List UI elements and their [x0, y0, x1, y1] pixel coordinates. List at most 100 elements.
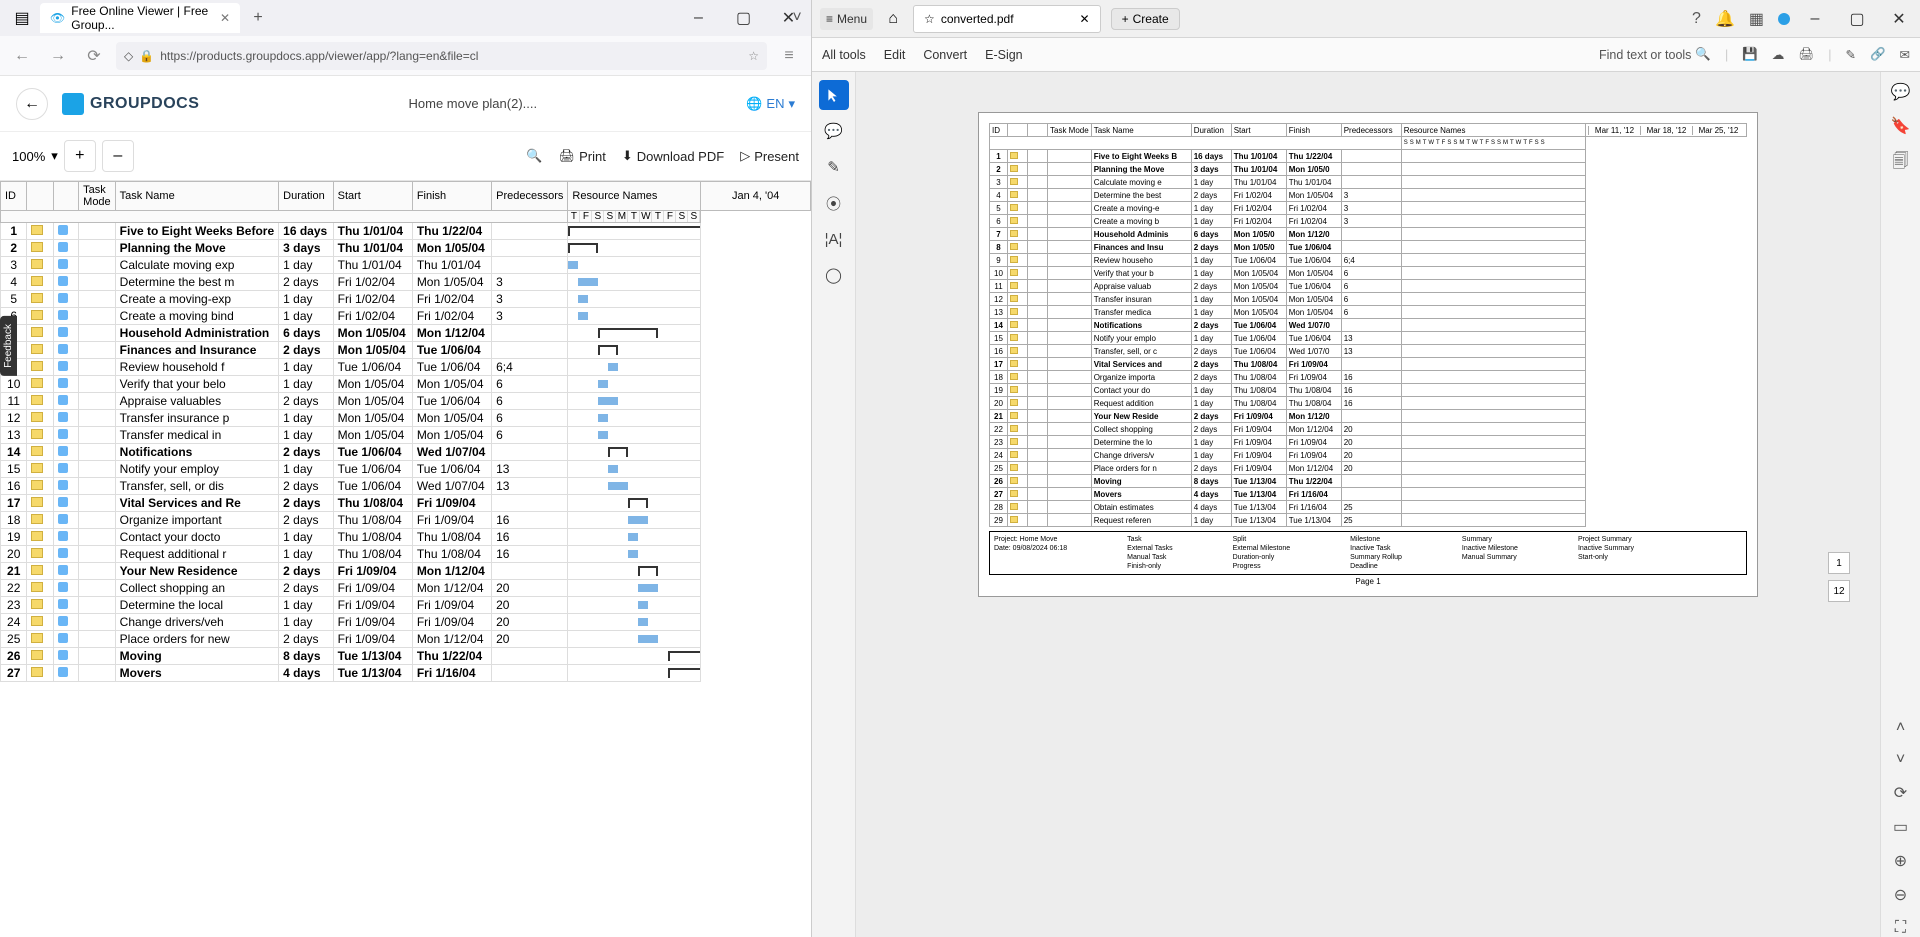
- selection-tool[interactable]: [819, 80, 849, 110]
- bookmark-panel-icon[interactable]: 🔖: [1891, 116, 1911, 136]
- table-row[interactable]: 17Vital Services and Re2 daysThu 1/08/04…: [1, 495, 811, 512]
- table-row: 6Create a moving b1 dayFri 1/02/04Fri 1/…: [990, 215, 1747, 228]
- table-row[interactable]: 9Review household f1 dayTue 1/06/04Tue 1…: [1, 359, 811, 376]
- home-button[interactable]: ⌂: [883, 9, 903, 29]
- close-icon[interactable]: ✕: [1080, 12, 1090, 26]
- acrobat-canvas[interactable]: IDTask ModeTask NameDurationStartFinishP…: [856, 72, 1880, 937]
- table-row[interactable]: 18Organize important2 daysThu 1/08/04Fri…: [1, 512, 811, 529]
- window-close[interactable]: ✕: [1878, 0, 1920, 38]
- table-row[interactable]: 16Transfer, sell, or dis2 daysTue 1/06/0…: [1, 478, 811, 495]
- down-arrow-icon[interactable]: ˅: [1896, 751, 1905, 769]
- gd-back-button[interactable]: ←: [16, 88, 48, 120]
- gd-language-picker[interactable]: 🌐 EN ▾: [746, 96, 795, 112]
- table-row[interactable]: 26Moving8 daysTue 1/13/04Thu 1/22/04: [1, 648, 811, 665]
- page-box-2[interactable]: 12: [1828, 580, 1850, 602]
- table-row[interactable]: 19Contact your docto1 dayThu 1/08/04Thu …: [1, 529, 811, 546]
- table-row[interactable]: 13Transfer medical in1 dayMon 1/05/04Mon…: [1, 427, 811, 444]
- table-row[interactable]: 11Appraise valuables2 daysMon 1/05/04Tue…: [1, 393, 811, 410]
- chat-panel-icon[interactable]: 💬: [1891, 82, 1911, 102]
- shape-tool[interactable]: ◯: [819, 260, 849, 290]
- zoom-out-icon[interactable]: ⊖: [1894, 885, 1907, 905]
- table-row[interactable]: 24Change drivers/veh1 dayFri 1/09/04Fri …: [1, 614, 811, 631]
- nav-forward[interactable]: →: [44, 42, 72, 70]
- window-close[interactable]: ✕: [766, 0, 811, 36]
- table-row[interactable]: 1Five to Eight Weeks Before16 daysThu 1/…: [1, 223, 811, 240]
- star-icon: ☆: [924, 12, 935, 26]
- table-row[interactable]: 6Create a moving bind1 dayFri 1/02/04Fri…: [1, 308, 811, 325]
- profile-dot-icon[interactable]: [1778, 13, 1790, 25]
- page-box-1[interactable]: 1: [1828, 552, 1850, 574]
- new-tab-button[interactable]: +: [244, 4, 272, 32]
- find-input[interactable]: Find text or tools🔍: [1599, 47, 1711, 62]
- fullscreen-icon[interactable]: ⛶: [1895, 919, 1906, 937]
- apps-icon[interactable]: ▦: [1749, 9, 1764, 29]
- window-minimize[interactable]: –: [1794, 0, 1836, 38]
- fit-page-icon[interactable]: ▭: [1893, 817, 1908, 837]
- table-row[interactable]: 14Notifications2 daysTue 1/06/04Wed 1/07…: [1, 444, 811, 461]
- table-row[interactable]: 2Planning the Move3 daysThu 1/01/04Mon 1…: [1, 240, 811, 257]
- up-arrow-icon[interactable]: ˄: [1896, 719, 1905, 737]
- window-maximize[interactable]: ▢: [721, 0, 766, 36]
- comment-tool[interactable]: 💬: [819, 116, 849, 146]
- window-minimize[interactable]: –: [676, 0, 721, 36]
- table-row[interactable]: 12Transfer insurance p1 dayMon 1/05/04Mo…: [1, 410, 811, 427]
- menubar-item[interactable]: All tools: [822, 48, 866, 62]
- present-button[interactable]: ▷Present: [740, 148, 799, 164]
- table-row[interactable]: 8Finances and Insurance2 daysMon 1/05/04…: [1, 342, 811, 359]
- table-row[interactable]: 10Verify that your belo1 dayMon 1/05/04M…: [1, 376, 811, 393]
- bookmark-star-icon[interactable]: ☆: [748, 49, 759, 63]
- pages-panel-icon[interactable]: 🗐: [1893, 150, 1909, 177]
- text-tool[interactable]: ¦A¦: [819, 224, 849, 254]
- menubar-item[interactable]: Convert: [923, 48, 967, 62]
- table-row[interactable]: 25Place orders for new2 daysFri 1/09/04M…: [1, 631, 811, 648]
- table-row[interactable]: 27Movers4 daysTue 1/13/04Fri 1/16/04: [1, 665, 811, 682]
- bell-icon[interactable]: 🔔: [1715, 9, 1735, 29]
- download-button[interactable]: ⬇Download PDF: [622, 148, 724, 164]
- link-icon[interactable]: 🔗: [1870, 47, 1886, 62]
- col-header: [1028, 124, 1048, 137]
- rotate-icon[interactable]: ⟳: [1894, 783, 1907, 803]
- eraser-tool[interactable]: ⦿: [819, 188, 849, 218]
- browser-tab[interactable]: 👁 Free Online Viewer | Free Group... ✕: [40, 3, 240, 33]
- nav-reload[interactable]: ⟳: [80, 42, 108, 70]
- table-row[interactable]: 22Collect shopping an2 daysFri 1/09/04Mo…: [1, 580, 811, 597]
- table-row[interactable]: 21Your New Residence2 daysFri 1/09/04Mon…: [1, 563, 811, 580]
- close-tab-icon[interactable]: ✕: [220, 11, 230, 25]
- zoom-out-button[interactable]: –: [102, 140, 134, 172]
- gd-document-area[interactable]: IDTask ModeTask NameDurationStartFinishP…: [0, 180, 811, 937]
- table-row[interactable]: 4Determine the best m2 daysFri 1/02/04Mo…: [1, 274, 811, 291]
- menubar-item[interactable]: E-Sign: [985, 48, 1023, 62]
- table-row[interactable]: 15Notify your employ1 dayTue 1/06/04Tue …: [1, 461, 811, 478]
- table-row[interactable]: 20Request additional r1 dayThu 1/08/04Th…: [1, 546, 811, 563]
- table-row[interactable]: 7Household Administration6 daysMon 1/05/…: [1, 325, 811, 342]
- search-button[interactable]: 🔍: [526, 148, 542, 164]
- gd-logo[interactable]: GROUPDOCS: [62, 93, 199, 115]
- zoom-in-button[interactable]: +: [64, 140, 96, 172]
- legend-item: Progress: [1233, 563, 1291, 570]
- cloud-icon[interactable]: ☁: [1772, 47, 1785, 62]
- firefox-spaces-icon[interactable]: ▤: [8, 4, 36, 32]
- help-icon[interactable]: ?: [1692, 10, 1701, 28]
- table-row[interactable]: 3Calculate moving exp1 dayThu 1/01/04Thu…: [1, 257, 811, 274]
- create-button[interactable]: +Create: [1111, 8, 1180, 30]
- print-icon[interactable]: 🖨: [1798, 47, 1814, 62]
- table-row[interactable]: 5Create a moving-exp1 dayFri 1/02/04Fri …: [1, 291, 811, 308]
- table-row: 1Five to Eight Weeks B16 daysThu 1/01/04…: [990, 150, 1747, 163]
- menubar-item[interactable]: Edit: [884, 48, 906, 62]
- feedback-tab[interactable]: Feedback: [0, 316, 17, 376]
- hamburger-icon[interactable]: ≡: [775, 42, 803, 70]
- table-row: 13Transfer medica1 dayMon 1/05/04Mon 1/0…: [990, 306, 1747, 319]
- url-input[interactable]: ◇ 🔒 https://products.groupdocs.app/viewe…: [116, 42, 767, 70]
- table-row[interactable]: 23Determine the local1 dayFri 1/09/04Fri…: [1, 597, 811, 614]
- window-maximize[interactable]: ▢: [1836, 0, 1878, 38]
- zoom-in-icon[interactable]: ⊕: [1894, 851, 1907, 871]
- nav-back[interactable]: ←: [8, 42, 36, 70]
- signature-icon[interactable]: ✎: [1845, 47, 1855, 62]
- mail-icon[interactable]: ✉: [1900, 47, 1910, 62]
- save-icon[interactable]: 💾: [1742, 47, 1758, 62]
- print-button[interactable]: 🖨Print: [559, 148, 606, 164]
- acrobat-tab[interactable]: ☆ converted.pdf ✕: [913, 5, 1101, 33]
- chevron-down-icon[interactable]: ▾: [51, 148, 58, 164]
- acrobat-menu-button[interactable]: ≡Menu: [820, 8, 873, 30]
- pencil-tool[interactable]: ✎: [819, 152, 849, 182]
